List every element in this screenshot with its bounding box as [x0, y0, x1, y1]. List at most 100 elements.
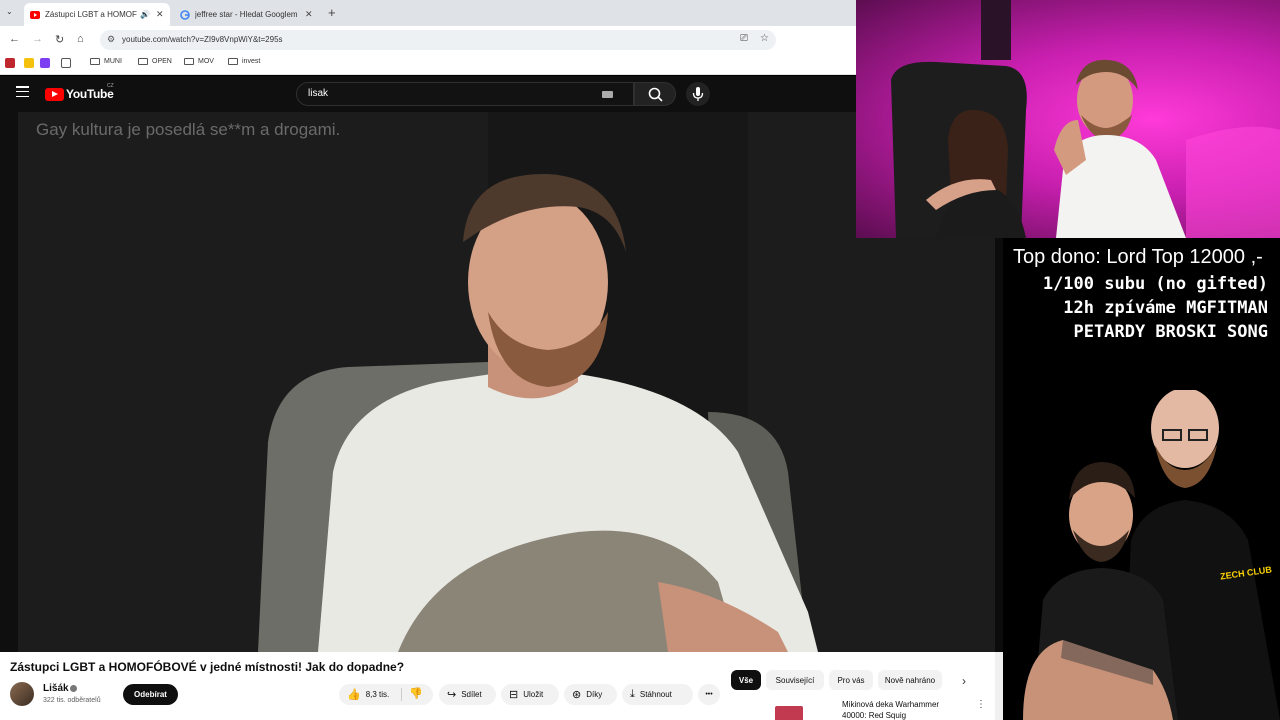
url-text[interactable]: youtube.com/watch?v=ZI9v8VnpWiY&t=295s [122, 35, 283, 44]
youtube-play-icon [45, 87, 64, 101]
youtube-wordmark: YouTube [66, 87, 114, 101]
thumbs-down-icon[interactable]: 👎 [409, 687, 423, 700]
share-button[interactable]: ↪ Sdílet [439, 684, 496, 705]
player-left-edge [0, 112, 18, 652]
video-frame-illustration [18, 112, 995, 652]
folder-icon [228, 58, 238, 65]
bookmark-label: MOV [198, 58, 214, 65]
bookmark-folder[interactable]: MOV [184, 58, 214, 65]
yellow-app-icon[interactable] [24, 58, 34, 68]
download-button[interactable]: ⤓ Stáhnout [622, 684, 693, 705]
verified-check-icon [70, 685, 77, 692]
close-tab-icon[interactable]: ✕ [305, 9, 313, 20]
folder-icon [90, 58, 100, 65]
chip-recently-uploaded[interactable]: Nově nahráno [878, 670, 942, 690]
bookmark-folder[interactable]: invest [228, 58, 260, 65]
more-actions-button[interactable]: ••• [698, 684, 720, 705]
bookmark-star-icon[interactable]: ☆ [760, 33, 769, 44]
browser-tab-bar: ⌄ Zástupci LGBT a HOMOFÓBOVÉ 🔊 ✕ jeffree… [0, 0, 856, 26]
dollar-heart-icon: ⊛ [572, 689, 582, 701]
purple-app-icon[interactable] [40, 58, 50, 68]
subscriber-count: 322 tis. odběratelů [43, 697, 101, 704]
voice-search-button[interactable] [686, 82, 710, 106]
scrollbar[interactable] [995, 652, 1003, 720]
download-label: Stáhnout [639, 690, 672, 699]
install-app-icon[interactable]: ⎚ [740, 33, 748, 44]
bookmark-folder[interactable]: OPEN [138, 58, 172, 65]
bookmarks-bar: MUNI OPEN MOV invest [0, 53, 856, 75]
stream-goal-text: 12h zpíváme MGFITMAN [1063, 298, 1268, 318]
recommendation-title[interactable]: Mikinová deka Warhammer 40000: Red Squig [842, 699, 962, 720]
video-player[interactable]: Gay kultura je posedlá se**m a drogami. [18, 112, 995, 652]
search-icon [648, 87, 663, 102]
more-dots-icon: ••• [705, 691, 713, 698]
screen: ⌄ Zástupci LGBT a HOMOFÓBOVÉ 🔊 ✕ jeffree… [0, 0, 1280, 720]
channel-avatar[interactable] [10, 682, 34, 706]
video-info-area: Zástupci LGBT a HOMOFÓBOVÉ v jedné místn… [0, 652, 1003, 720]
search-button[interactable] [634, 82, 676, 106]
site-info-icon[interactable]: ⚙ [107, 34, 115, 45]
thumbs-up-icon: 👍 [347, 689, 361, 701]
video-title: Zástupci LGBT a HOMOFÓBOVÉ v jedné místn… [10, 660, 405, 674]
close-tab-icon[interactable]: ✕ [156, 9, 164, 20]
top-donation-text: Top dono: Lord Top 12000 ,- [1013, 246, 1263, 268]
search-input[interactable]: lisak [296, 82, 634, 106]
tab-youtube-video[interactable]: Zástupci LGBT a HOMOFÓBOVÉ 🔊 ✕ [24, 3, 170, 26]
folder-icon [138, 58, 148, 65]
keyboard-icon[interactable] [602, 91, 613, 98]
channel-name[interactable]: Lišák [43, 683, 69, 694]
tab-title: Zástupci LGBT a HOMOFÓBOVÉ [45, 10, 137, 19]
share-label: Sdílet [461, 690, 482, 699]
save-button[interactable]: ⊟ Uložit [501, 684, 559, 705]
youtube-masthead: YouTube CZ lisak [0, 76, 856, 112]
hamburger-menu-icon[interactable] [16, 86, 29, 97]
save-label: Uložit [523, 690, 544, 699]
google-favicon-icon [180, 9, 190, 20]
address-bar[interactable]: ⚙ youtube.com/watch?v=ZI9v8VnpWiY&t=295s… [100, 30, 776, 50]
download-icon: ⤓ [630, 688, 635, 700]
subscribe-button[interactable]: Odebírat [123, 684, 178, 705]
bookmark-folder[interactable]: MUNI [90, 58, 122, 65]
thanks-button[interactable]: ⊛ Díky [564, 684, 617, 705]
bookmark-label: OPEN [152, 58, 172, 65]
tab-google-search[interactable]: jeffree star - Hledat Googlem ✕ [174, 3, 320, 26]
forward-arrow-icon[interactable]: → [32, 33, 43, 45]
chip-for-you[interactable]: Pro vás [829, 670, 873, 690]
share-arrow-icon: ↪ [447, 689, 457, 701]
red-app-icon[interactable] [5, 58, 15, 68]
more-vertical-icon[interactable]: ⋮ [976, 699, 986, 710]
streamer-webcam [856, 0, 1280, 238]
bookmark-label: invest [242, 58, 261, 65]
recommendation-thumbnail[interactable] [775, 706, 803, 720]
bookmark-icon: ⊟ [509, 689, 519, 701]
like-count: 8,3 tis. [365, 690, 390, 699]
apps-grid-icon[interactable] [61, 58, 71, 68]
home-icon[interactable]: ⌂ [77, 33, 84, 45]
back-arrow-icon[interactable]: ← [9, 33, 20, 45]
chip-related[interactable]: Související [766, 670, 824, 690]
stream-goal-text: 1/100 subu (no gifted) [1042, 274, 1268, 294]
bookmark-label: MUNI [104, 58, 122, 65]
tab-list-chevron-down-icon[interactable]: ⌄ [6, 7, 13, 16]
browser-toolbar: ← → ↻ ⌂ ⚙ youtube.com/watch?v=ZI9v8VnpWi… [0, 26, 856, 71]
country-code: CZ [107, 83, 114, 89]
chevron-right-icon[interactable]: › [962, 674, 966, 688]
like-divider [401, 688, 402, 701]
thanks-label: Díky [586, 690, 603, 699]
like-button[interactable]: 👍 8,3 tis. 👎 [339, 684, 433, 705]
new-tab-button[interactable]: + [328, 5, 336, 20]
reload-icon[interactable]: ↻ [55, 33, 64, 46]
folder-icon [184, 58, 194, 65]
speaker-icon[interactable]: 🔊 [140, 10, 150, 19]
video-caption: Gay kultura je posedlá se**m a drogami. [36, 120, 341, 139]
player-right-edge [995, 238, 1003, 720]
tab-title: jeffree star - Hledat Googlem [195, 10, 298, 19]
stream-goal-text: PETARDY BROSKI SONG [1073, 322, 1268, 342]
promo-people-illustration [1023, 390, 1280, 720]
youtube-logo[interactable]: YouTube [45, 87, 114, 101]
microphone-icon [692, 87, 704, 101]
chip-all[interactable]: Vše [731, 670, 761, 690]
search-query[interactable]: lisak [308, 88, 328, 99]
stream-overlay-panel: Top dono: Lord Top 12000 ,- 1/100 subu (… [1003, 238, 1280, 720]
youtube-favicon-icon [30, 10, 40, 20]
